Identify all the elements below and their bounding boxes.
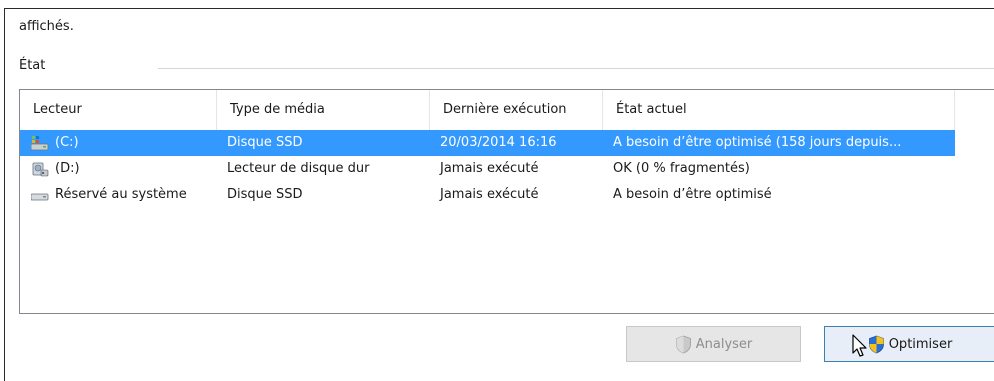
uac-shield-icon	[868, 335, 884, 353]
drive-name: (D:)	[55, 161, 80, 176]
column-header-last-run[interactable]: Dernière exécution	[430, 90, 603, 130]
optimize-button-label: Optimiser	[888, 336, 953, 352]
drive-row-d[interactable]: (D:) Lecteur de disque dur Jamais exécut…	[20, 156, 994, 182]
current-status: OK (0 % fragmentés)	[613, 161, 750, 176]
window-frame-left	[4, 8, 5, 381]
analyze-button-label: Analyser	[695, 336, 753, 352]
window-frame-top	[4, 8, 994, 9]
media-type: Disque SSD	[227, 187, 303, 202]
drive-name: Réservé au système	[55, 187, 187, 202]
column-header-status[interactable]: État actuel	[603, 90, 955, 130]
current-status: A besoin d’être optimisé (158 jours depu…	[613, 135, 902, 150]
uac-shield-icon	[675, 335, 691, 353]
column-header-drive[interactable]: Lecteur	[20, 90, 217, 130]
optimize-button[interactable]: Optimiser	[824, 326, 994, 362]
list-header: Lecteur Type de média Dernière exécution…	[20, 90, 994, 130]
drive-row-reserved[interactable]: Réservé au système Disque SSD Jamais exé…	[20, 182, 994, 208]
group-divider	[158, 68, 994, 69]
column-header-media-type[interactable]: Type de média	[217, 90, 430, 130]
drive-row-c[interactable]: (C:) Disque SSD 20/03/2014 16:16 A besoi…	[20, 130, 994, 156]
reserved-drive-icon	[31, 193, 49, 201]
hard-drive-icon	[32, 162, 49, 177]
drive-name: (C:)	[55, 135, 79, 150]
last-run: Jamais exécuté	[440, 161, 539, 176]
system-drive-icon	[31, 136, 49, 151]
media-type: Disque SSD	[227, 135, 303, 150]
media-type: Lecteur de disque dur	[227, 161, 370, 176]
last-run: Jamais exécuté	[440, 187, 539, 202]
analyze-button[interactable]: Analyser	[626, 326, 801, 362]
status-group-label: État	[19, 58, 46, 73]
description-text: affichés.	[19, 19, 74, 34]
current-status: A besoin d’être optimisé	[613, 187, 772, 202]
last-run: 20/03/2014 16:16	[440, 135, 557, 150]
mouse-pointer-icon	[852, 334, 867, 357]
drive-list[interactable]: Lecteur Type de média Dernière exécution…	[19, 89, 994, 314]
